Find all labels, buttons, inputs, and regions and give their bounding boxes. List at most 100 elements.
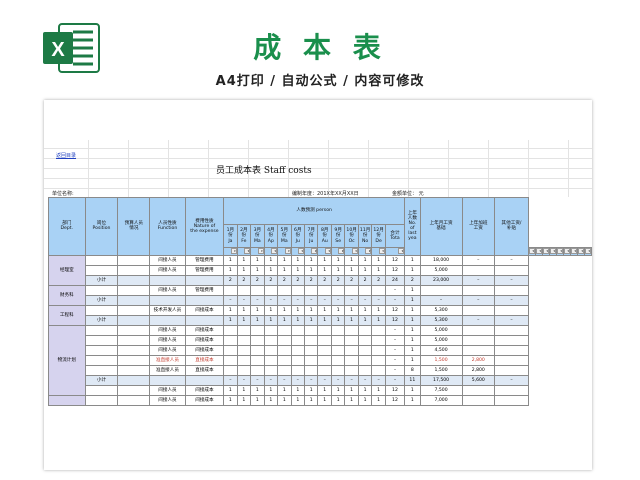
month-cell[interactable]: 1 (223, 384, 238, 396)
budget-cell[interactable] (117, 374, 151, 386)
month-cell[interactable]: – (223, 374, 238, 386)
function-cell[interactable]: 间接人员 (149, 334, 186, 346)
month-cell[interactable]: 1 (371, 314, 386, 326)
month-cell[interactable] (304, 284, 319, 296)
overtime-cell[interactable] (461, 384, 496, 396)
other-cell[interactable]: – (494, 374, 529, 386)
month-cell[interactable]: 1 (330, 304, 346, 316)
month-cell[interactable] (263, 364, 279, 376)
month-cell[interactable]: 2 (330, 274, 346, 286)
month-cell[interactable]: 2 (236, 274, 252, 286)
nature-cell[interactable]: 管理费用 (184, 284, 225, 296)
month-cell[interactable] (330, 344, 346, 356)
last-year-cell[interactable]: 1 (404, 264, 421, 276)
function-cell[interactable] (149, 274, 186, 286)
budget-cell[interactable] (117, 384, 151, 396)
month-cell[interactable]: 1 (277, 314, 292, 326)
month-cell[interactable]: 1 (290, 314, 306, 326)
month-cell[interactable] (371, 334, 386, 346)
month-cell[interactable]: 1 (371, 394, 386, 406)
total-cell[interactable]: – (384, 334, 406, 346)
month-cell[interactable]: 1 (371, 264, 386, 276)
month-cell[interactable]: – (371, 294, 386, 306)
month-cell[interactable]: 1 (236, 314, 252, 326)
month-cell[interactable]: – (371, 374, 386, 386)
month-cell[interactable]: – (357, 294, 373, 306)
month-cell[interactable]: 1 (290, 264, 306, 276)
month-cell[interactable] (263, 344, 279, 356)
month-cell[interactable] (277, 344, 292, 356)
month-cell[interactable] (344, 354, 359, 366)
month-cell[interactable] (371, 364, 386, 376)
month-cell[interactable] (250, 284, 265, 296)
month-cell[interactable] (304, 364, 319, 376)
other-cell[interactable] (494, 334, 529, 346)
month-cell[interactable] (250, 354, 265, 366)
base-salary-cell[interactable]: 5,300 (419, 314, 463, 326)
month-cell[interactable]: – (317, 294, 332, 306)
budget-cell[interactable] (117, 284, 151, 296)
base-salary-cell[interactable]: 18,000 (419, 254, 463, 266)
budget-cell[interactable] (117, 304, 151, 316)
month-cell[interactable]: – (304, 374, 319, 386)
position-cell[interactable] (84, 334, 119, 346)
other-cell[interactable] (494, 354, 529, 366)
month-cell[interactable] (304, 354, 319, 366)
position-cell[interactable]: 小计 (84, 274, 119, 286)
month-cell[interactable]: 1 (223, 394, 238, 406)
month-cell[interactable] (304, 344, 319, 356)
month-cell[interactable]: 2 (357, 274, 373, 286)
position-cell[interactable]: 小计 (84, 314, 119, 326)
position-cell[interactable] (84, 354, 119, 366)
budget-cell[interactable] (117, 394, 151, 406)
nature-cell[interactable]: 管理费用 (184, 254, 225, 266)
month-cell[interactable]: 1 (344, 264, 359, 276)
last-year-cell[interactable]: 1 (404, 384, 421, 396)
base-salary-cell[interactable]: 17,500 (419, 374, 463, 386)
other-cell[interactable] (494, 284, 529, 296)
function-cell[interactable]: 准直接人员 (149, 364, 186, 376)
position-cell[interactable] (84, 384, 119, 396)
function-cell[interactable]: 准直接人员 (149, 354, 186, 366)
month-cell[interactable] (290, 334, 306, 346)
month-cell[interactable] (330, 354, 346, 366)
month-cell[interactable]: – (290, 374, 306, 386)
month-cell[interactable] (223, 364, 238, 376)
month-cell[interactable]: 1 (250, 264, 265, 276)
overtime-cell[interactable]: 2,800 (461, 364, 496, 376)
filter-dropdown-icon[interactable]: ▾ (398, 248, 404, 254)
filter-dropdown-icon[interactable]: ▾ (529, 248, 535, 254)
month-cell[interactable] (317, 284, 332, 296)
month-cell[interactable] (330, 334, 346, 346)
filter-dropdown-icon[interactable]: ▾ (571, 248, 577, 254)
month-cell[interactable]: – (304, 294, 319, 306)
last-year-cell[interactable]: 1 (404, 324, 421, 336)
month-cell[interactable] (263, 334, 279, 346)
month-cell[interactable] (304, 334, 319, 346)
month-cell[interactable]: – (344, 294, 359, 306)
month-cell[interactable]: 1 (250, 384, 265, 396)
base-salary-cell[interactable]: 1,500 (419, 364, 463, 376)
month-cell[interactable]: 1 (277, 394, 292, 406)
dept-cell[interactable]: 物流计划 (48, 324, 86, 396)
month-cell[interactable] (277, 324, 292, 336)
position-cell[interactable] (84, 364, 119, 376)
total-cell[interactable]: – (384, 354, 406, 366)
budget-cell[interactable] (117, 264, 151, 276)
filter-dropdown-icon[interactable]: ▾ (244, 248, 250, 254)
function-cell[interactable]: 间接人员 (149, 284, 186, 296)
total-cell[interactable]: 24 (384, 274, 406, 286)
month-cell[interactable]: – (263, 294, 279, 306)
filter-dropdown-icon[interactable]: ▾ (564, 248, 570, 254)
budget-cell[interactable] (117, 354, 151, 366)
overtime-cell[interactable] (461, 394, 496, 406)
month-cell[interactable]: 1 (317, 304, 332, 316)
nature-cell[interactable] (184, 374, 225, 386)
position-cell[interactable] (84, 264, 119, 276)
month-cell[interactable]: 1 (250, 394, 265, 406)
month-cell[interactable]: 1 (371, 384, 386, 396)
month-cell[interactable] (250, 364, 265, 376)
month-cell[interactable]: 2 (344, 274, 359, 286)
month-cell[interactable]: 1 (304, 304, 319, 316)
month-cell[interactable]: – (344, 374, 359, 386)
